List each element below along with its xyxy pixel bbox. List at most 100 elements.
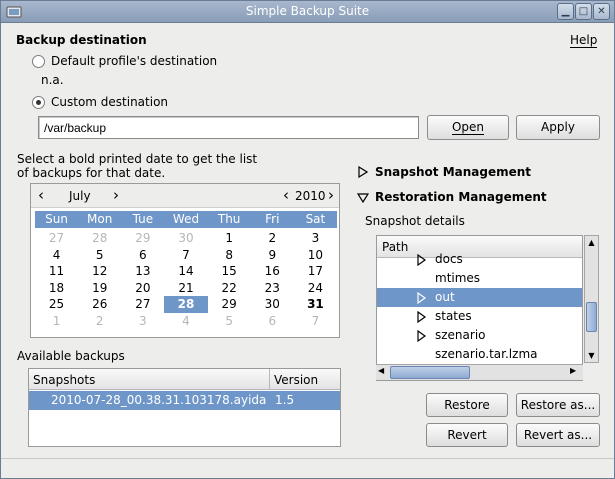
tree-row-label: states	[435, 309, 472, 323]
calendar-day[interactable]: 30	[251, 296, 294, 313]
default-destination-label[interactable]: Default profile's destination	[51, 54, 217, 68]
status-bar	[1, 458, 614, 478]
tree-row[interactable]: docs	[377, 250, 582, 269]
tree-row[interactable]: out	[377, 288, 582, 307]
tree-row[interactable]: states	[377, 307, 582, 326]
custom-destination-radio[interactable]	[32, 96, 45, 109]
calendar-day[interactable]: 5	[78, 247, 121, 264]
default-destination-radio[interactable]	[32, 55, 45, 68]
calendar-day[interactable]: 18	[35, 280, 78, 297]
calendar-day[interactable]: 27	[35, 230, 78, 247]
calendar-day[interactable]: 27	[121, 296, 164, 313]
calendar-day[interactable]: 24	[294, 280, 337, 297]
calendar-day[interactable]: 5	[208, 313, 251, 330]
restore-button-label: Restore	[444, 398, 490, 412]
calendar-day[interactable]: 2	[251, 230, 294, 247]
scroll-up-icon[interactable]: ▲	[585, 236, 598, 249]
calendar-day[interactable]: 19	[78, 280, 121, 297]
column-version[interactable]: Version	[274, 373, 318, 387]
vertical-scroll-thumb[interactable]	[586, 302, 597, 332]
revert-button-label: Revert	[447, 428, 487, 442]
custom-destination-label[interactable]: Custom destination	[51, 95, 168, 109]
tree-row[interactable]: mtimes	[377, 269, 582, 288]
next-month-icon[interactable]: ›	[113, 186, 119, 204]
close-icon[interactable]: ✕	[593, 3, 610, 20]
calendar-day[interactable]: 28	[78, 230, 121, 247]
tree-expander-icon[interactable]	[417, 330, 427, 342]
column-divider	[269, 369, 270, 390]
calendar-week-row: 18 19 20 21 22 23 24	[35, 280, 337, 297]
calendar-day[interactable]: 10	[294, 247, 337, 264]
tree-row[interactable]: szenario.tar.lzma	[377, 345, 582, 364]
backups-list[interactable]: Snapshots Version 2010-07-28_00.38.31.10…	[28, 368, 341, 447]
revert-as-button[interactable]: Revert as...	[516, 423, 600, 447]
maximize-icon[interactable]: □	[575, 3, 592, 20]
calendar[interactable]: ‹ July › ‹ 2010 › Sun Mon Tue Wed Thu Fr…	[30, 183, 340, 338]
snapshot-tree[interactable]: Path docs mtimes out states szenario szenario…	[376, 235, 583, 381]
minimize-icon[interactable]: ▁	[557, 3, 574, 20]
month-label: July	[69, 189, 91, 203]
calendar-day[interactable]: 7	[294, 313, 337, 330]
calendar-day[interactable]: 22	[208, 280, 251, 297]
calendar-day[interactable]: 1	[35, 313, 78, 330]
calendar-day[interactable]: 12	[78, 263, 121, 280]
year-label: 2010	[295, 189, 326, 203]
calendar-day[interactable]: 9	[251, 247, 294, 264]
calendar-day[interactable]: 6	[251, 313, 294, 330]
next-year-icon[interactable]: ›	[328, 186, 334, 204]
scroll-left-icon[interactable]: ◀	[378, 366, 384, 375]
horizontal-scroll-thumb[interactable]	[390, 366, 470, 379]
calendar-day[interactable]: 13	[121, 263, 164, 280]
calendar-day[interactable]: 3	[294, 230, 337, 247]
open-button[interactable]: Open	[427, 115, 509, 140]
calendar-day[interactable]: 1	[208, 230, 251, 247]
calendar-day[interactable]: 26	[78, 296, 121, 313]
calendar-day[interactable]: 31	[294, 296, 337, 313]
scroll-down-icon[interactable]: ▼	[585, 349, 598, 362]
prev-month-icon[interactable]: ‹	[38, 186, 44, 204]
backup-row[interactable]: 2010-07-28_00.38.31.103178.ayida.ful 1.5	[29, 391, 340, 410]
calendar-day[interactable]: 16	[251, 263, 294, 280]
calendar-day[interactable]: 20	[121, 280, 164, 297]
calendar-day[interactable]: 3	[121, 313, 164, 330]
weekday-tue: Tue	[132, 212, 154, 226]
destination-path-input[interactable]	[38, 116, 419, 139]
calendar-day[interactable]: 17	[294, 263, 337, 280]
tree-expander-icon[interactable]	[417, 254, 427, 266]
restore-button[interactable]: Restore	[426, 393, 508, 417]
tree-vertical-scrollbar[interactable]: ▲ ▼	[584, 235, 599, 363]
help-menu[interactable]: Help	[570, 33, 598, 48]
restore-as-button[interactable]: Restore as...	[516, 393, 600, 417]
apply-button[interactable]: Apply	[516, 115, 600, 140]
expanded-expander-icon[interactable]	[357, 193, 369, 203]
snapshot-management-expander[interactable]: Snapshot Management	[375, 165, 531, 179]
calendar-day[interactable]: 29	[208, 296, 251, 313]
restoration-management-expander[interactable]: Restoration Management	[375, 190, 547, 204]
calendar-day[interactable]: 30	[164, 230, 207, 247]
calendar-day[interactable]: 23	[251, 280, 294, 297]
calendar-day[interactable]: 7	[164, 247, 207, 264]
calendar-day[interactable]: 4	[35, 247, 78, 264]
calendar-day[interactable]: 14	[164, 263, 207, 280]
tree-expander-icon[interactable]	[417, 292, 427, 304]
calendar-day[interactable]: 8	[208, 247, 251, 264]
calendar-day[interactable]: 6	[121, 247, 164, 264]
revert-button[interactable]: Revert	[426, 423, 508, 447]
column-snapshots[interactable]: Snapshots	[33, 373, 95, 387]
calendar-day[interactable]: 11	[35, 263, 78, 280]
help-label: Help	[570, 33, 598, 48]
title-bar[interactable]: Simple Backup Suite ▁ □ ✕	[1, 1, 614, 23]
scroll-right-icon[interactable]: ▶	[570, 366, 576, 375]
calendar-day[interactable]: 15	[208, 263, 251, 280]
calendar-day[interactable]: 4	[164, 313, 207, 330]
calendar-day[interactable]: 21	[164, 280, 207, 297]
collapsed-expander-icon[interactable]	[358, 166, 368, 178]
calendar-day[interactable]: 25	[35, 296, 78, 313]
prev-year-icon[interactable]: ‹	[283, 186, 289, 204]
calendar-day[interactable]: 28	[164, 296, 208, 313]
calendar-day[interactable]: 29	[121, 230, 164, 247]
tree-horizontal-scrollbar[interactable]: ◀ ▶	[376, 364, 583, 380]
tree-row[interactable]: szenario	[377, 326, 582, 345]
tree-expander-icon[interactable]	[417, 311, 427, 323]
calendar-day[interactable]: 2	[78, 313, 121, 330]
